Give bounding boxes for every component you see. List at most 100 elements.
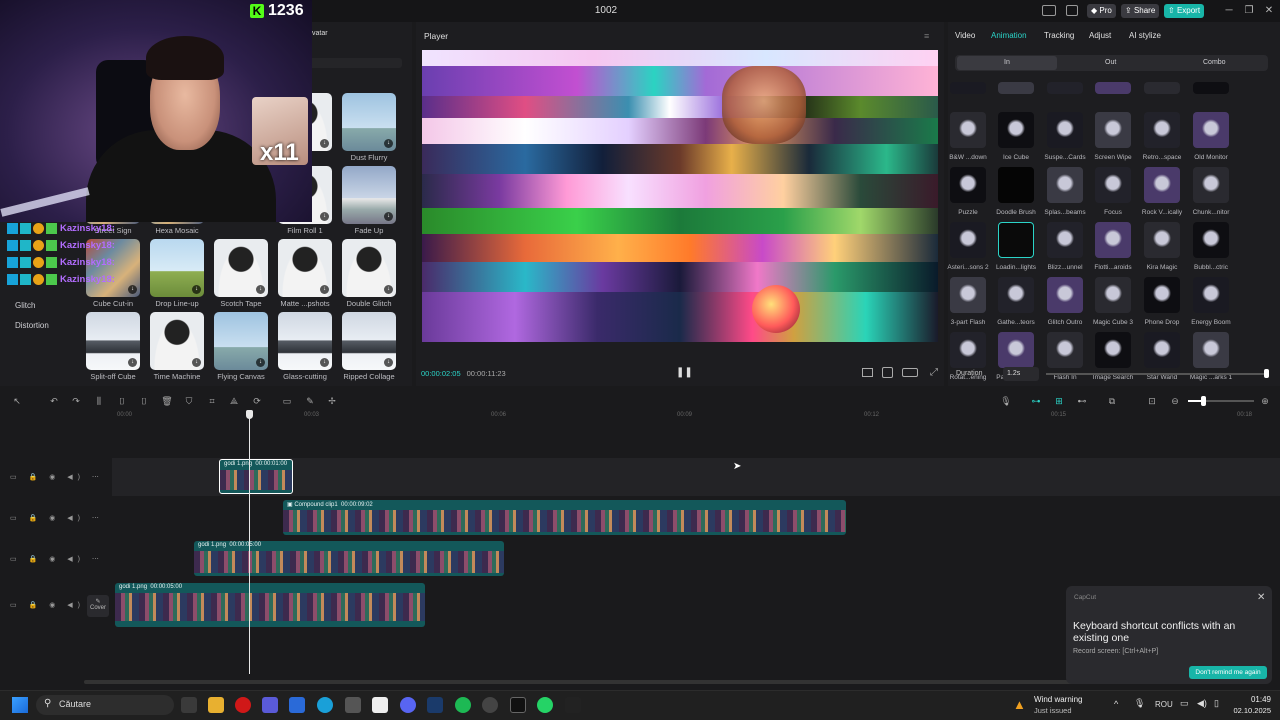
- file-explorer-icon[interactable]: [208, 697, 224, 713]
- split-icon[interactable]: ⫼: [93, 395, 105, 407]
- timeline-clip[interactable]: godi 1.png 00:00:01:00: [219, 459, 293, 494]
- animation-thumbnail[interactable]: [1095, 332, 1131, 368]
- playhead-handle[interactable]: [246, 410, 253, 419]
- category-distortion[interactable]: Distortion: [15, 321, 49, 330]
- search-box[interactable]: ⚲ Căutare: [36, 695, 174, 715]
- duration-slider-handle[interactable]: [1264, 369, 1269, 378]
- animation-thumbnail[interactable]: [1095, 277, 1131, 313]
- undo-icon[interactable]: ↶: [48, 395, 60, 407]
- download-icon[interactable]: ↓: [384, 358, 393, 367]
- minimize-icon[interactable]: ─: [1222, 4, 1236, 18]
- whatsapp-icon[interactable]: [537, 697, 553, 713]
- track-controls[interactable]: ▭ 🔒 ◉ ◀) ⋯: [10, 555, 104, 563]
- pause-icon[interactable]: ❚❚: [676, 367, 693, 378]
- close-icon[interactable]: ✕: [1257, 592, 1265, 603]
- animation-thumbnail[interactable]: [950, 277, 986, 313]
- animation-thumbnail[interactable]: [1144, 82, 1180, 94]
- tab-ai-stylize[interactable]: AI stylize: [1129, 31, 1161, 40]
- clock-time[interactable]: 01:49: [1241, 695, 1271, 704]
- menu-icon[interactable]: ≡: [924, 31, 929, 41]
- effects-icon[interactable]: ✢: [326, 395, 338, 407]
- download-icon[interactable]: ↓: [128, 285, 137, 294]
- category-glitch[interactable]: Glitch: [15, 301, 35, 310]
- pro-button[interactable]: ◆ Pro: [1087, 4, 1116, 18]
- video-preview[interactable]: [422, 50, 938, 342]
- animation-thumbnail[interactable]: [1144, 277, 1180, 313]
- magic-icon[interactable]: ✎: [304, 395, 316, 407]
- effect-thumbnail[interactable]: ↓: [342, 93, 396, 151]
- teams-icon[interactable]: [262, 697, 278, 713]
- animation-thumbnail[interactable]: [950, 112, 986, 148]
- capcut-icon[interactable]: [510, 697, 526, 713]
- zoom-in-icon[interactable]: ⊕: [1259, 395, 1271, 407]
- duration-slider[interactable]: [1046, 373, 1268, 375]
- tab-video[interactable]: Video: [955, 31, 975, 40]
- link-icon[interactable]: ⊶: [1030, 395, 1042, 407]
- animation-thumbnail[interactable]: [1047, 277, 1083, 313]
- mirror-icon[interactable]: ⟁: [228, 395, 240, 407]
- animation-thumbnail[interactable]: [998, 332, 1034, 368]
- timeline-clip[interactable]: godi 1.png 00:00:05:00: [194, 541, 504, 576]
- animation-thumbnail[interactable]: [1193, 82, 1229, 94]
- select-icon[interactable]: ↖: [11, 395, 23, 407]
- animation-thumbnail[interactable]: [998, 82, 1034, 94]
- delete-icon[interactable]: 🗑: [161, 395, 173, 407]
- layout-icon[interactable]: [1042, 5, 1056, 16]
- shortcut-icon[interactable]: [1066, 5, 1078, 16]
- split-screen-icon[interactable]: ⧉: [1106, 395, 1118, 407]
- download-icon[interactable]: ↓: [320, 358, 329, 367]
- tray-chevron-icon[interactable]: ^: [1114, 699, 1118, 709]
- download-icon[interactable]: ↓: [128, 358, 137, 367]
- edge-icon[interactable]: [317, 697, 333, 713]
- download-icon[interactable]: ↓: [192, 358, 201, 367]
- animation-thumbnail[interactable]: [1193, 277, 1229, 313]
- clock-date[interactable]: 02.10.2025: [1226, 706, 1271, 715]
- zoom-fit-icon[interactable]: ⊡: [1146, 395, 1158, 407]
- crop-icon[interactable]: ⌗: [206, 395, 218, 407]
- epic-games-icon[interactable]: [565, 697, 581, 713]
- obs-icon[interactable]: [482, 697, 498, 713]
- zoom-out-icon[interactable]: ⊖: [1169, 395, 1181, 407]
- animation-thumbnail[interactable]: [998, 222, 1034, 258]
- task-view-icon[interactable]: [181, 697, 197, 713]
- export-button[interactable]: ⇧ Export: [1164, 4, 1205, 18]
- network-icon[interactable]: ▭: [1180, 698, 1189, 709]
- download-icon[interactable]: ↓: [384, 212, 393, 221]
- word-icon[interactable]: [289, 697, 305, 713]
- spotify-icon[interactable]: [455, 697, 471, 713]
- zoom-slider-handle[interactable]: [1201, 396, 1206, 406]
- effect-thumbnail[interactable]: ↓: [214, 239, 268, 297]
- animation-thumbnail[interactable]: [1193, 112, 1229, 148]
- mic-icon[interactable]: 🎙: [1000, 395, 1012, 407]
- language-indicator[interactable]: ROU: [1155, 700, 1173, 709]
- playhead[interactable]: [249, 412, 250, 674]
- animation-thumbnail[interactable]: [950, 167, 986, 203]
- animation-thumbnail[interactable]: [1144, 167, 1180, 203]
- timeline-clip[interactable]: godi 1.png 00:00:05:00: [115, 583, 425, 627]
- animation-thumbnail[interactable]: [1193, 222, 1229, 258]
- avatar-tab[interactable]: vatar: [312, 30, 328, 37]
- battery-icon[interactable]: ▯: [1214, 698, 1219, 709]
- animation-thumbnail[interactable]: [1047, 167, 1083, 203]
- download-icon[interactable]: ↓: [384, 285, 393, 294]
- animation-thumbnail[interactable]: [1095, 222, 1131, 258]
- redo-icon[interactable]: ↷: [70, 395, 82, 407]
- cover-button[interactable]: ✎ Cover: [87, 595, 109, 617]
- snap-icon[interactable]: ⊞: [1053, 395, 1065, 407]
- effect-thumbnail[interactable]: ↓: [278, 312, 332, 370]
- animation-thumbnail[interactable]: [1144, 222, 1180, 258]
- close-icon[interactable]: ✕: [1262, 4, 1276, 18]
- share-button[interactable]: ⇪ Share: [1121, 4, 1160, 18]
- animation-thumbnail[interactable]: [950, 222, 986, 258]
- steam-icon[interactable]: [427, 697, 443, 713]
- trim-left-icon[interactable]: ⌷: [116, 395, 128, 407]
- animation-thumbnail[interactable]: [1095, 82, 1131, 94]
- animation-thumbnail[interactable]: [1047, 112, 1083, 148]
- download-icon[interactable]: ↓: [192, 285, 201, 294]
- app-icon[interactable]: [345, 697, 361, 713]
- store-icon[interactable]: [372, 697, 388, 713]
- tab-animation[interactable]: Animation: [991, 31, 1027, 40]
- maximize-icon[interactable]: ❐: [1242, 4, 1256, 18]
- download-icon[interactable]: ↓: [320, 285, 329, 294]
- animation-thumbnail[interactable]: [950, 82, 986, 94]
